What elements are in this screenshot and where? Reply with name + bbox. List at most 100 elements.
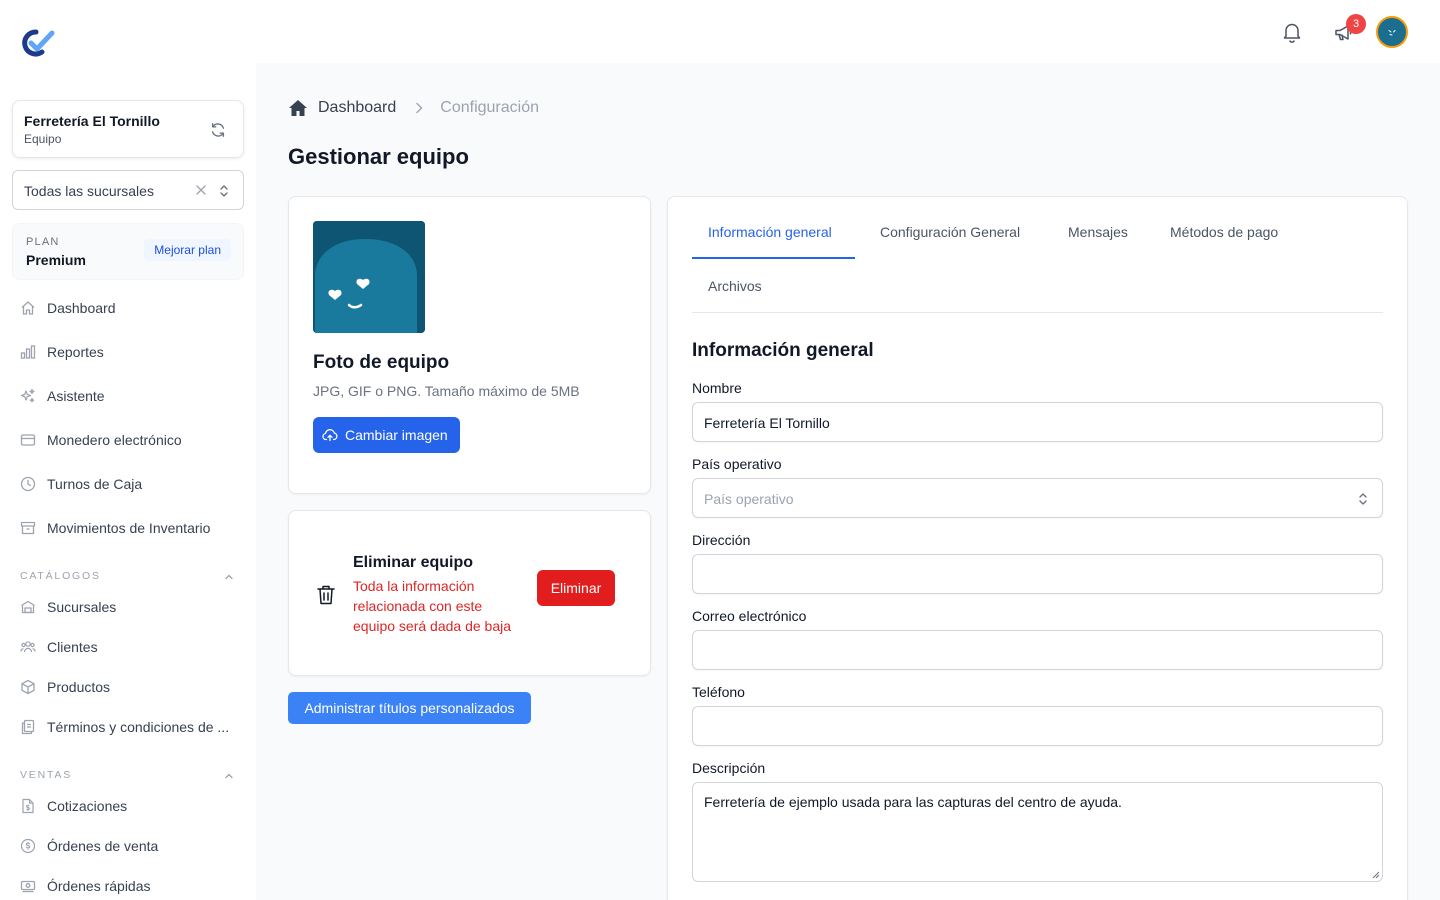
breadcrumb: Dashboard Configuración [288,98,539,118]
currency-circle-icon [20,838,36,854]
name-label: Nombre [692,380,742,396]
users-icon [20,641,36,653]
sidebar-item-label: Términos y condiciones de ... [47,719,230,735]
bell-icon[interactable] [1282,21,1302,43]
sidebar-item-clientes[interactable]: Clientes [20,635,98,659]
sidebar-item-label: Turnos de Caja [47,476,143,492]
country-select[interactable]: País operativo [692,478,1383,518]
plan-label: PLAN [26,236,60,248]
sidebar-item-reportes[interactable]: Reportes [20,340,104,364]
delete-team-title: Eliminar equipo [353,554,474,571]
sidebar-item-dashboard[interactable]: Dashboard [20,296,116,320]
sidebar-item-label: Dashboard [47,300,116,316]
sales-section-header[interactable]: VENTAS [20,769,236,785]
section-title: VENTAS [20,769,73,781]
archive-box-icon [20,521,36,535]
plan-box: PLAN Premium Mejorar plan [12,223,244,280]
delete-team-warning: Toda la información relacionada con este… [353,578,512,634]
sidebar-item-label: Sucursales [47,599,117,615]
sidebar-item-label: Cotizaciones [47,798,128,814]
sidebar: Ferretería El Tornillo Equipo Todas las … [0,0,256,900]
trash-icon [317,585,335,605]
page-title: Gestionar equipo [288,144,469,169]
breadcrumb-dashboard-link[interactable]: Dashboard [318,99,396,117]
sidebar-item-label: Órdenes de venta [47,838,159,854]
home-icon [21,301,35,315]
banknotes-icon [20,880,36,893]
branch-select-value: Todas las sucursales [24,183,154,199]
arrows-refresh-icon[interactable] [209,121,227,139]
phone-field[interactable] [692,706,1383,746]
wallet-icon [20,434,36,446]
user-avatar[interactable] [1376,16,1408,48]
sidebar-item-label: Reportes [47,344,104,360]
active-tab-indicator [692,257,855,259]
delete-team-card: Eliminar equipo Toda la información rela… [288,510,651,676]
country-placeholder: País operativo [704,491,794,507]
clear-icon[interactable] [195,184,207,196]
sidebar-item-productos[interactable]: Productos [20,675,110,699]
catalogs-section-header[interactable]: CATÁLOGOS [20,570,236,586]
plan-value: Premium [26,252,86,268]
manage-custom-titles-button[interactable]: Administrar títulos personalizados [288,692,531,724]
sidebar-item-ordenes-rapidas[interactable]: Órdenes rápidas [20,874,151,898]
notification-count-badge: 3 [1346,14,1366,34]
sidebar-item-asistente[interactable]: Asistente [20,384,105,408]
cloud-upload-icon [322,429,338,442]
delete-team-button[interactable]: Eliminar [537,570,615,606]
ghost-mascot-image [313,221,425,333]
avatar-face-icon [1388,30,1396,36]
description-textarea[interactable]: Ferretería de ejemplo usada para las cap… [692,782,1383,882]
change-image-button[interactable]: Cambiar imagen [313,417,460,453]
sidebar-item-movimientos[interactable]: Movimientos de Inventario [20,516,210,540]
sidebar-item-turnos[interactable]: Turnos de Caja [20,472,142,496]
description-value: Ferretería de ejemplo usada para las cap… [704,794,1122,810]
cube-icon [21,679,35,695]
chevron-up-down-icon [220,185,228,197]
tabs-divider [692,312,1383,313]
team-switcher[interactable]: Ferretería El Tornillo Equipo [12,100,244,158]
team-photo-card: Foto de equipo JPG, GIF o PNG. Tamaño má… [288,196,651,494]
sidebar-item-label: Órdenes rápidas [47,878,151,894]
bar-chart-icon [20,345,36,359]
section-title: CATÁLOGOS [20,570,101,582]
resize-grip-icon[interactable] [1372,871,1380,879]
phone-label: Teléfono [692,684,745,700]
tab-mensajes[interactable]: Mensajes [1068,224,1128,240]
name-value: Ferretería El Tornillo [704,415,830,431]
country-label: País operativo [692,456,782,472]
team-settings-card: Información general Configuración Genera… [667,196,1408,900]
document-dollar-icon [22,798,34,814]
sidebar-item-label: Clientes [47,639,98,655]
tab-archivos[interactable]: Archivos [708,278,762,294]
tab-metodos-pago[interactable]: Métodos de pago [1170,224,1278,240]
photo-help-text: JPG, GIF o PNG. Tamaño máximo de 5MB [313,383,580,399]
team-name: Ferretería El Tornillo [24,113,160,129]
sidebar-item-ordenes-venta[interactable]: Órdenes de venta [20,834,158,858]
clock-icon [20,476,36,492]
sparkles-icon [20,388,35,403]
tab-configuracion-general[interactable]: Configuración General [880,224,1020,240]
documents-icon [21,719,35,735]
sidebar-item-monedero[interactable]: Monedero electrónico [20,428,182,452]
email-field[interactable] [692,630,1383,670]
sidebar-item-cotizaciones[interactable]: Cotizaciones [20,794,127,818]
chevron-up-icon [225,773,233,779]
tab-informacion-general[interactable]: Información general [708,224,832,240]
sidebar-item-label: Asistente [47,388,105,404]
description-label: Descripción [692,760,766,776]
change-image-label: Cambiar imagen [345,427,448,443]
sidebar-item-label: Monedero electrónico [47,432,182,448]
app-logo-icon[interactable] [19,27,59,59]
address-field[interactable] [692,554,1383,594]
photo-card-title: Foto de equipo [313,352,450,373]
name-field[interactable]: Ferretería El Tornillo [692,402,1383,442]
topbar [256,0,1440,63]
branch-select[interactable]: Todas las sucursales [12,170,244,210]
sidebar-item-label: Productos [47,679,111,695]
building-icon [21,600,35,614]
sidebar-item-terminos[interactable]: Términos y condiciones de ... [20,715,229,739]
upgrade-plan-button[interactable]: Mejorar plan [144,239,231,261]
home-icon[interactable] [288,99,308,117]
sidebar-item-sucursales[interactable]: Sucursales [20,595,116,619]
